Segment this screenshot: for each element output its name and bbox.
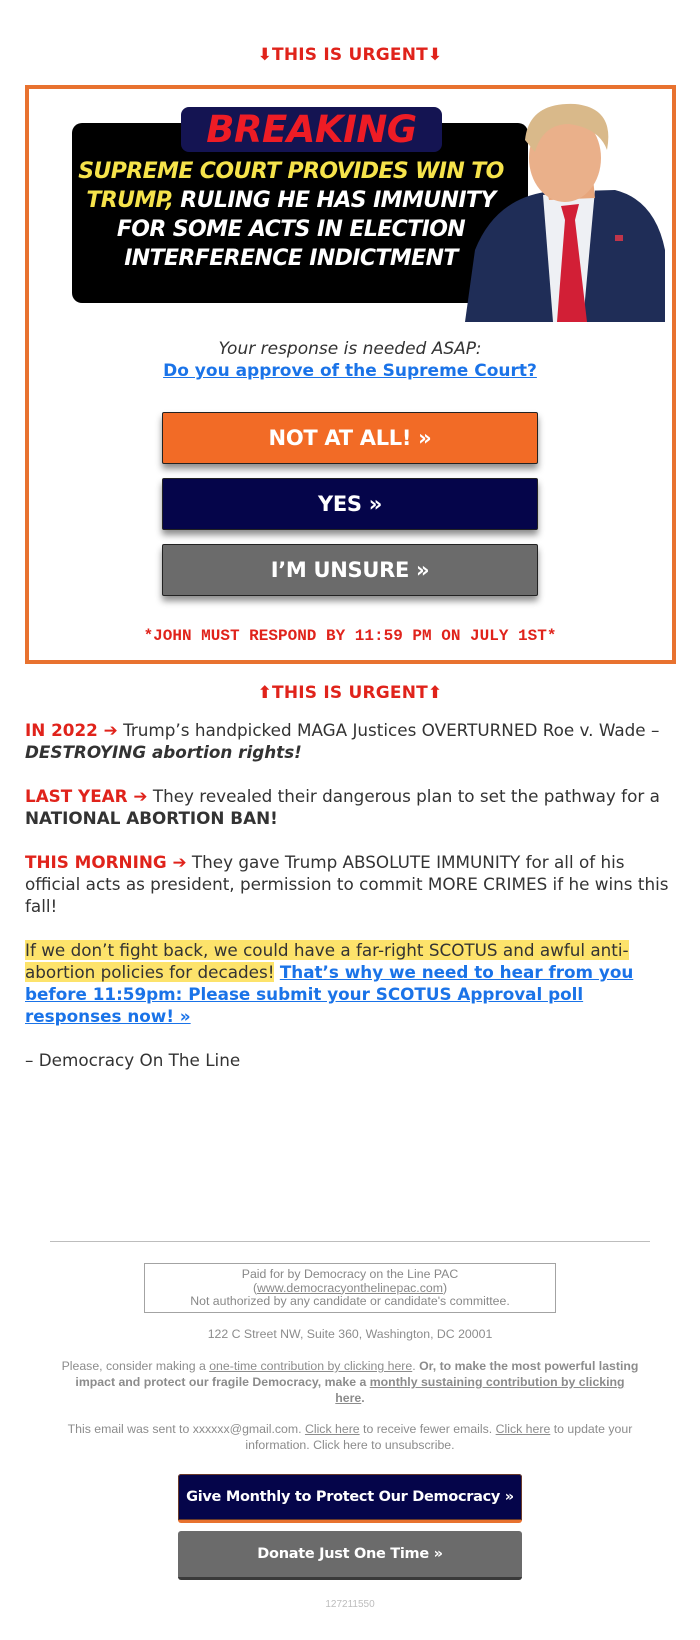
contrib-pre: Please, consider making a: [61, 1359, 210, 1373]
paid-for-disclaimer: Paid for by Democracy on the Line PAC (w…: [144, 1263, 556, 1313]
lead-2022: IN 2022 ➔: [25, 720, 118, 740]
poll-question-link[interactable]: Do you approve of the Supreme Court?: [163, 361, 537, 381]
monthly-contribution-link[interactable]: monthly sustaining contribution by click…: [335, 1375, 624, 1405]
signature: – Democracy On The Line: [25, 1050, 241, 1070]
headline-line-2-white: RULING HE HAS IMMUNITY: [173, 188, 496, 213]
headline-line-4: INTERFERENCE INDICTMENT: [124, 246, 458, 271]
headline-line-2-yellow: TRUMP,: [86, 188, 174, 213]
paid-line-1: Paid for by Democracy on the Line PAC: [241, 1267, 459, 1281]
mailing-address: 122 C Street NW, Suite 360, Washington, …: [207, 1327, 493, 1341]
email-mid: to receive fewer emails.: [359, 1422, 496, 1436]
reference-id: 127211550: [325, 1599, 375, 1610]
urgent-banner-top: ⬇THIS IS URGENT⬇: [257, 45, 443, 65]
paragraph-call-to-action: If we don’t fight back, we could have a …: [25, 939, 680, 1027]
give-monthly-button[interactable]: Give Monthly to Protect Our Democracy »: [178, 1474, 522, 1523]
one-time-contribution-link[interactable]: one-time contribution by clicking here: [209, 1359, 412, 1373]
poll-option-not-at-all-button[interactable]: NOT AT ALL! »: [162, 412, 538, 464]
trump-portrait-image: [465, 100, 665, 322]
contrib-end: .: [361, 1391, 365, 1405]
contribution-text: Please, consider making a one-time contr…: [60, 1358, 640, 1406]
poll-question: Do you approve of the Supreme Court?: [0, 361, 700, 381]
fewer-emails-link[interactable]: Click here: [305, 1422, 360, 1436]
p2-text: They revealed their dangerous plan to se…: [147, 786, 660, 806]
email-pre: This email was sent to xxxxxx@gmail.com.: [67, 1422, 305, 1436]
response-deadline: *JOHN MUST RESPOND BY 11:59 PM ON JULY 1…: [143, 627, 557, 645]
email-preferences-text: This email was sent to xxxxxx@gmail.com.…: [60, 1421, 640, 1453]
breaking-headline: SUPREME COURT PROVIDES WIN TO TRUMP, RUL…: [76, 157, 506, 273]
headline-line-1: SUPREME COURT PROVIDES WIN TO: [78, 159, 504, 184]
pac-website-link[interactable]: www.democracyonthelinepac.com: [257, 1281, 443, 1295]
donate-once-button[interactable]: Donate Just One Time »: [178, 1531, 522, 1580]
lead-last-year: LAST YEAR ➔: [25, 786, 148, 806]
urgent-banner-bottom: ⬆THIS IS URGENT⬆: [257, 683, 443, 703]
headline-line-3: FOR SOME ACTS IN ELECTION: [116, 217, 466, 242]
poll-option-unsure-button[interactable]: I’M UNSURE »: [162, 544, 538, 596]
footer-divider: [50, 1241, 650, 1242]
p1-emphasis: DESTROYING abortion rights!: [25, 742, 302, 762]
paragraph-this-morning: THIS MORNING ➔ They gave Trump ABSOLUTE …: [25, 851, 680, 917]
paragraph-last-year: LAST YEAR ➔ They revealed their dangerou…: [25, 785, 680, 829]
paid-line-2: (www.democracyonthelinepac.com): [252, 1280, 448, 1295]
paid-line-3: Not authorized by any candidate or candi…: [190, 1294, 510, 1308]
portrait-illustration-icon: [465, 103, 665, 322]
breaking-badge: BREAKING: [181, 107, 442, 152]
poll-prompt: Your response is needed ASAP:: [218, 339, 482, 359]
poll-option-yes-button[interactable]: YES »: [162, 478, 538, 530]
p1-text: Trump’s handpicked MAGA Justices OVERTUR…: [117, 720, 660, 740]
paragraph-2022: IN 2022 ➔ Trump’s handpicked MAGA Justic…: [25, 719, 680, 763]
lead-this-morning: THIS MORNING ➔: [25, 852, 187, 872]
p2-bold: NATIONAL ABORTION BAN!: [25, 808, 278, 828]
update-info-link[interactable]: Click here: [496, 1422, 551, 1436]
